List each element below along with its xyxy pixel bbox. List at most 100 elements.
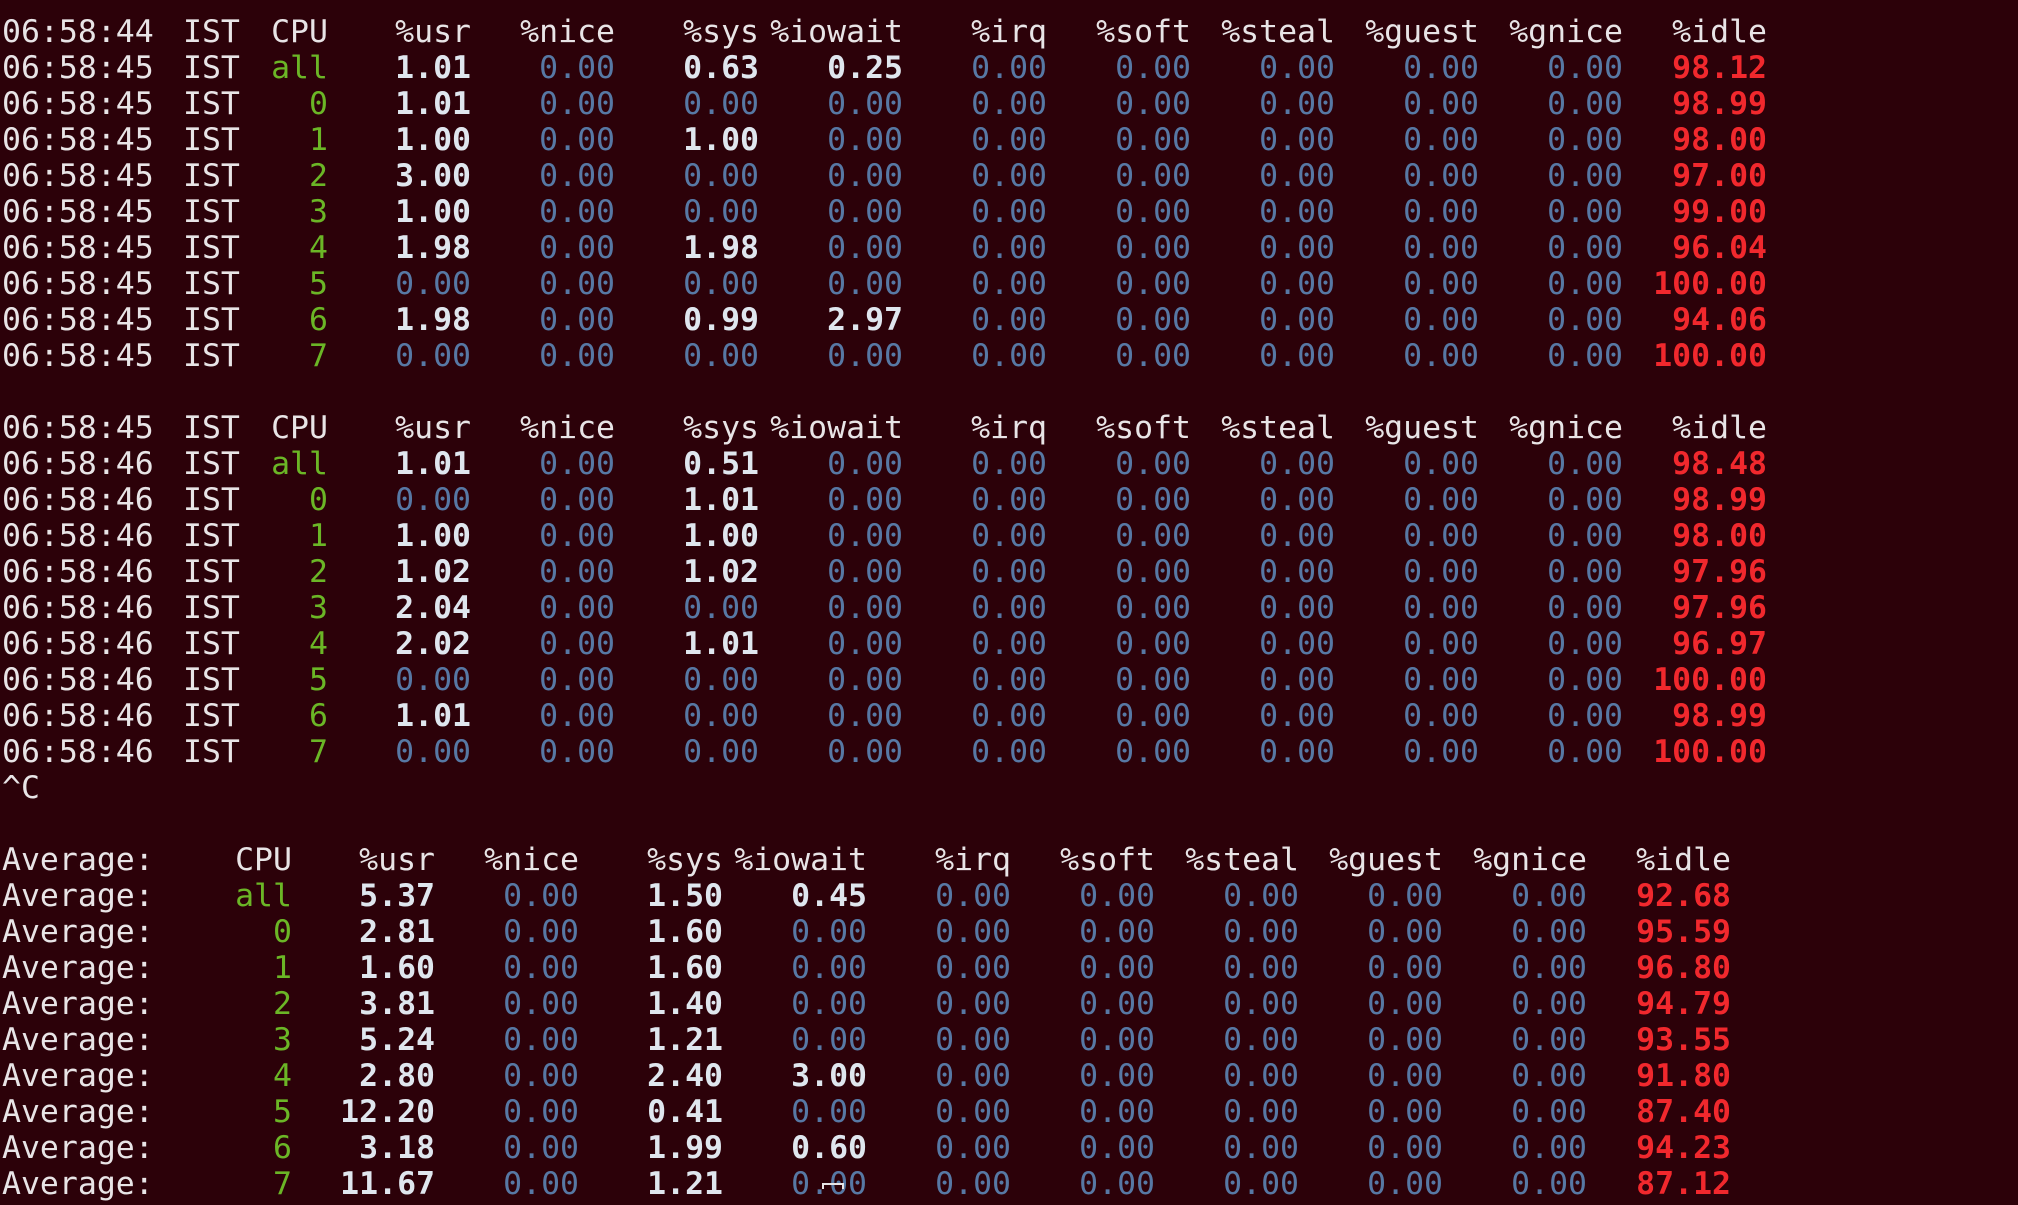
- row-timestamp: 06:58:46: [2, 482, 154, 518]
- value-soft: 0.00: [1115, 158, 1191, 194]
- value-guest: 0.00: [1403, 626, 1479, 662]
- row-timestamp: 06:58:46: [2, 626, 154, 662]
- value-sys: 1.60: [647, 914, 723, 950]
- value-gnice: 0.00: [1547, 554, 1623, 590]
- value-steal: 0.00: [1259, 698, 1335, 734]
- value-iowait: 0.00: [827, 590, 903, 626]
- average-row: Average: 5 12.20 0.00 0.41 0.00 0.00 0.00 0.00 0.…: [2, 1094, 2012, 1130]
- value-steal: 0.00: [1259, 50, 1335, 86]
- value-sys: 1.40: [647, 986, 723, 1022]
- value-nice: 0.00: [539, 266, 615, 302]
- value-nice: 0.00: [539, 302, 615, 338]
- value-iowait: 0.00: [827, 698, 903, 734]
- row-timezone: IST: [183, 518, 240, 554]
- value-steal: 0.00: [1259, 158, 1335, 194]
- value-nice: 0.00: [539, 734, 615, 770]
- value-gnice: 0.00: [1547, 734, 1623, 770]
- value-usr: 3.00: [395, 158, 471, 194]
- value-soft: 0.00: [1115, 446, 1191, 482]
- cpu-id: 6: [309, 302, 328, 338]
- value-guest: 0.00: [1403, 446, 1479, 482]
- row-timestamp: 06:58:46: [2, 446, 154, 482]
- value-usr: 1.00: [395, 122, 471, 158]
- column-header-irq: %irq: [971, 14, 1047, 50]
- value-idle: 98.99: [1672, 482, 1767, 518]
- value-irq: 0.00: [971, 302, 1047, 338]
- value-sys: 1.00: [683, 518, 759, 554]
- value-soft: 0.00: [1115, 734, 1191, 770]
- cpu-id: 6: [273, 1130, 292, 1166]
- value-gnice: 0.00: [1547, 302, 1623, 338]
- value-idle: 87.12: [1636, 1166, 1731, 1202]
- cpu-stats-row: 06:58:46 IST 1 1.00 0.00 1.00 0.00 0.00 0.00 0.00…: [2, 518, 2012, 554]
- average-header-label: Average:: [2, 842, 154, 878]
- value-usr: 2.80: [359, 1058, 435, 1094]
- value-steal: 0.00: [1223, 1022, 1299, 1058]
- value-iowait: 0.00: [827, 122, 903, 158]
- value-usr: 1.98: [395, 230, 471, 266]
- value-idle: 97.96: [1672, 554, 1767, 590]
- value-irq: 0.00: [971, 734, 1047, 770]
- value-irq: 0.00: [971, 698, 1047, 734]
- value-gnice: 0.00: [1511, 1094, 1587, 1130]
- cpu-stats-row: 06:58:46 IST 3 2.04 0.00 0.00 0.00 0.00 0.00 0.00…: [2, 590, 2012, 626]
- value-guest: 0.00: [1403, 122, 1479, 158]
- value-sys: 0.00: [683, 86, 759, 122]
- value-gnice: 0.00: [1511, 1166, 1587, 1202]
- row-timezone: IST: [183, 194, 240, 230]
- value-guest: 0.00: [1403, 554, 1479, 590]
- value-usr: 0.00: [395, 482, 471, 518]
- column-header-cpu: CPU: [271, 14, 328, 50]
- value-usr: 1.98: [395, 302, 471, 338]
- cpu-stats-row: 06:58:45 IST 4 1.98 0.00 1.98 0.00 0.00 0.00 0.00…: [2, 230, 2012, 266]
- value-irq: 0.00: [971, 590, 1047, 626]
- value-idle: 94.23: [1636, 1130, 1731, 1166]
- value-nice: 0.00: [503, 1058, 579, 1094]
- value-idle: 98.12: [1672, 50, 1767, 86]
- value-soft: 0.00: [1079, 950, 1155, 986]
- value-sys: 1.01: [683, 482, 759, 518]
- value-iowait: 0.00: [827, 734, 903, 770]
- value-steal: 0.00: [1259, 662, 1335, 698]
- value-nice: 0.00: [539, 698, 615, 734]
- value-steal: 0.00: [1259, 518, 1335, 554]
- column-header-idle: %idle: [1636, 842, 1731, 878]
- column-header-iowait: %iowait: [734, 842, 867, 878]
- cpu-stats-row: 06:58:46 IST 7 0.00 0.00 0.00 0.00 0.00 0.00 0.00…: [2, 734, 2012, 770]
- cpu-id: 1: [309, 518, 328, 554]
- column-header-gnice: %gnice: [1473, 842, 1587, 878]
- value-usr: 0.00: [395, 662, 471, 698]
- value-iowait: 0.00: [827, 482, 903, 518]
- column-header-row: Average: CPU %usr %nice %sys %iowait %irq %soft…: [2, 842, 2012, 878]
- value-irq: 0.00: [935, 1058, 1011, 1094]
- value-guest: 0.00: [1403, 266, 1479, 302]
- value-nice: 0.00: [539, 194, 615, 230]
- cpu-id: 0: [309, 86, 328, 122]
- value-gnice: 0.00: [1511, 1058, 1587, 1094]
- cpu-stats-row: 06:58:45 IST 0 1.01 0.00 0.00 0.00 0.00 0.00 0.00…: [2, 86, 2012, 122]
- value-soft: 0.00: [1079, 1166, 1155, 1202]
- value-sys: 0.00: [683, 590, 759, 626]
- header-timezone: IST: [183, 14, 240, 50]
- value-iowait: 0.00: [827, 518, 903, 554]
- header-timestamp: 06:58:45: [2, 410, 154, 446]
- value-sys: 1.02: [683, 554, 759, 590]
- header-timestamp: 06:58:44: [2, 14, 154, 50]
- cpu-stats-row: 06:58:46 IST 5 0.00 0.00 0.00 0.00 0.00 0.00 0.00…: [2, 662, 2012, 698]
- value-nice: 0.00: [539, 86, 615, 122]
- value-nice: 0.00: [539, 518, 615, 554]
- terminal-output[interactable]: 06:58:44 IST CPU %usr %nice %sys %iowait %irq %s…: [2, 14, 2012, 1202]
- value-idle: 100.00: [1653, 734, 1767, 770]
- value-sys: 0.00: [683, 734, 759, 770]
- row-timestamp: 06:58:45: [2, 266, 154, 302]
- cpu-id: 2: [309, 158, 328, 194]
- row-timestamp: 06:58:45: [2, 158, 154, 194]
- value-soft: 0.00: [1115, 266, 1191, 302]
- average-label: Average:: [2, 1094, 154, 1130]
- value-soft: 0.00: [1115, 626, 1191, 662]
- row-timezone: IST: [183, 266, 240, 302]
- column-header-cpu: CPU: [235, 842, 292, 878]
- value-gnice: 0.00: [1547, 50, 1623, 86]
- row-timezone: IST: [183, 302, 240, 338]
- row-timestamp: 06:58:45: [2, 86, 154, 122]
